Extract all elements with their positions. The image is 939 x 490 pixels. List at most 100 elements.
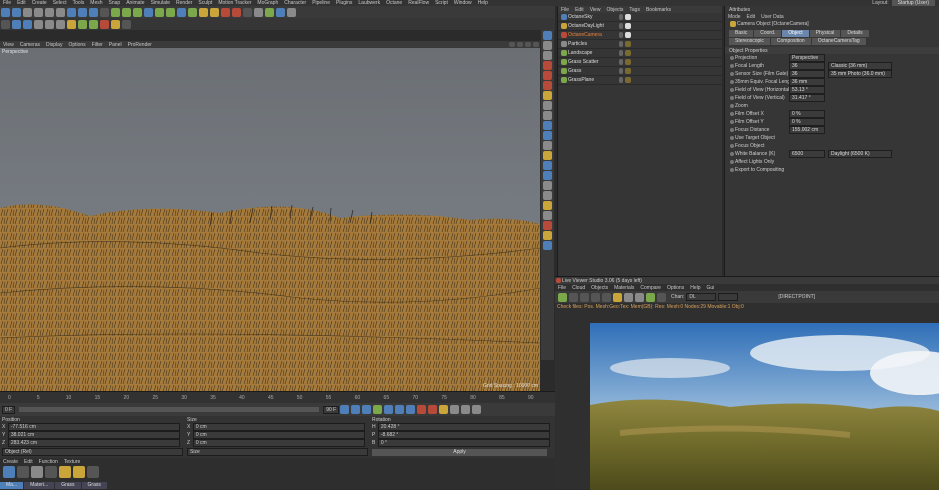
uv-icon[interactable] [543,191,552,200]
visibility-toggle-icon[interactable] [619,50,623,56]
object-tag-icon[interactable] [625,14,631,20]
zoom-icon[interactable] [657,292,666,302]
object-row[interactable]: GrassPlane [558,76,722,85]
attributes-tab-details[interactable]: Details [841,29,869,37]
material-tab-2[interactable]: Grass [55,481,81,489]
position-key-icon[interactable] [450,405,460,414]
live-viewer-menu-objects[interactable]: Objects [588,285,611,291]
object-menu-file[interactable]: File [558,7,572,13]
material-menu-function[interactable]: Function [36,459,61,465]
enable-axis-icon[interactable] [67,19,76,29]
previous-key-icon[interactable] [351,405,361,414]
viewport-menu-display[interactable]: Display [43,42,65,48]
animate-dot-icon[interactable] [730,63,734,68]
snap-settings-icon[interactable] [89,19,98,29]
viewport-menu-filter[interactable]: Filter [89,42,106,48]
live-viewer-menu-file[interactable]: File [555,285,569,291]
object-menu-objects[interactable]: Objects [603,7,626,13]
object-row[interactable]: Landscape [558,49,722,58]
realflow-icon[interactable] [265,7,274,17]
animate-dot-icon[interactable] [730,79,734,84]
animate-dot-icon[interactable] [730,95,734,100]
material-thumb-2[interactable] [17,466,29,478]
timeline-end-field[interactable]: 90 F [323,405,340,414]
workplane-icon[interactable] [23,19,32,29]
solo-mode-icon[interactable] [543,121,552,130]
material-thumb-5[interactable] [59,466,71,478]
channel-select[interactable]: DL [686,293,717,301]
animate-dot-icon[interactable] [730,135,734,140]
attributes-menu-mode[interactable]: Mode [725,14,744,20]
material-menu-create[interactable]: Create [0,459,21,465]
live-viewer-menu-compare[interactable]: Compare [637,285,664,291]
object-row[interactable]: OctaneSky [558,13,722,22]
material-thumb-7[interactable] [87,466,99,478]
visibility-toggle-icon[interactable] [619,23,623,29]
rotate-icon[interactable] [56,7,65,17]
tag-icon[interactable] [543,201,552,210]
camera-icon[interactable] [199,7,208,17]
go-to-end-icon[interactable] [406,405,416,414]
octane-icon[interactable] [221,7,230,17]
object-tag-icon[interactable] [625,41,631,47]
viewport-menu-view[interactable]: View [0,42,17,48]
attributes-tab-stereoscopic[interactable]: Stereoscopic [729,37,770,45]
animate-dot-icon[interactable] [730,167,734,172]
render-image[interactable] [590,323,939,490]
x-axis-icon[interactable] [67,7,76,17]
spline-icon[interactable] [543,151,552,160]
visibility-toggle-icon[interactable] [619,59,623,65]
viewport-menu-options[interactable]: Options [65,42,88,48]
paint-icon[interactable] [543,141,552,150]
object-tag-icon[interactable] [625,32,631,38]
viewport-canvas[interactable]: Perspective Grid Spacing : 10000 cm [0,48,540,391]
measure-icon[interactable] [543,221,552,230]
animate-dot-icon[interactable] [730,71,734,76]
object-row[interactable]: Particles [558,40,722,49]
extra-tool-icon[interactable] [287,7,296,17]
live-viewer-menu-help[interactable]: Help [687,285,703,291]
visibility-toggle-icon[interactable] [619,77,623,83]
effector-icon[interactable] [543,171,552,180]
live-viewer-menu-cloud[interactable]: Cloud [569,285,588,291]
animate-dot-icon[interactable] [730,55,734,60]
rotation-key-icon[interactable] [461,405,471,414]
coord-apply-button[interactable]: Apply [372,448,547,456]
pause-render-icon[interactable] [580,292,589,302]
dynamics-icon[interactable] [543,211,552,220]
timeline-start-field[interactable]: 0 F [2,405,16,414]
render-picture-viewer-icon[interactable] [122,7,131,17]
attribute-preset-select[interactable]: Daylight (6500 K) [828,149,892,158]
render-settings-icon[interactable] [133,7,142,17]
record-icon[interactable] [417,405,427,414]
go-to-start-icon[interactable] [340,405,350,414]
clay-mode-icon[interactable] [646,292,655,302]
attribute-preset-select[interactable]: 35 mm Photo (36.0 mm) [828,69,892,78]
attributes-menu-edit[interactable]: Edit [744,14,759,20]
object-menu-edit[interactable]: Edit [572,7,587,13]
material-tab-1[interactable]: Materi... [24,481,55,489]
floor-icon[interactable] [188,7,197,17]
attribute-value-field[interactable]: 6500 [789,149,825,158]
attribute-value-field[interactable]: 0 % [789,117,825,126]
object-tag-icon[interactable] [625,50,631,56]
attribute-value-field[interactable]: 36 mm [789,77,825,86]
attribute-value-field[interactable]: 31.417 ° [789,93,825,102]
keyframe-icon[interactable] [439,405,449,414]
animate-dot-icon[interactable] [730,111,734,116]
object-menu-bookmarks[interactable]: Bookmarks [643,7,674,13]
attributes-tab-object[interactable]: Object [782,29,809,37]
laubwerk-icon[interactable] [254,7,263,17]
object-row[interactable]: Grass Scatter [558,58,722,67]
coord-pos-field[interactable]: 283.423 cm [7,439,180,447]
extrude-tool-icon[interactable] [543,81,552,90]
object-row[interactable]: OctaneCamera [558,31,722,40]
restart-render-icon[interactable] [569,292,578,302]
attribute-value-field[interactable]: 36 [789,61,825,70]
coord-rot-field[interactable]: 20.428 ° [377,423,550,431]
animate-dot-icon[interactable] [730,159,734,164]
stop-render-icon[interactable] [591,292,600,302]
subdivision-icon[interactable] [166,7,175,17]
coord-mode-select[interactable]: Object (Rel) [2,448,183,456]
model-mode-icon[interactable] [1,19,10,29]
